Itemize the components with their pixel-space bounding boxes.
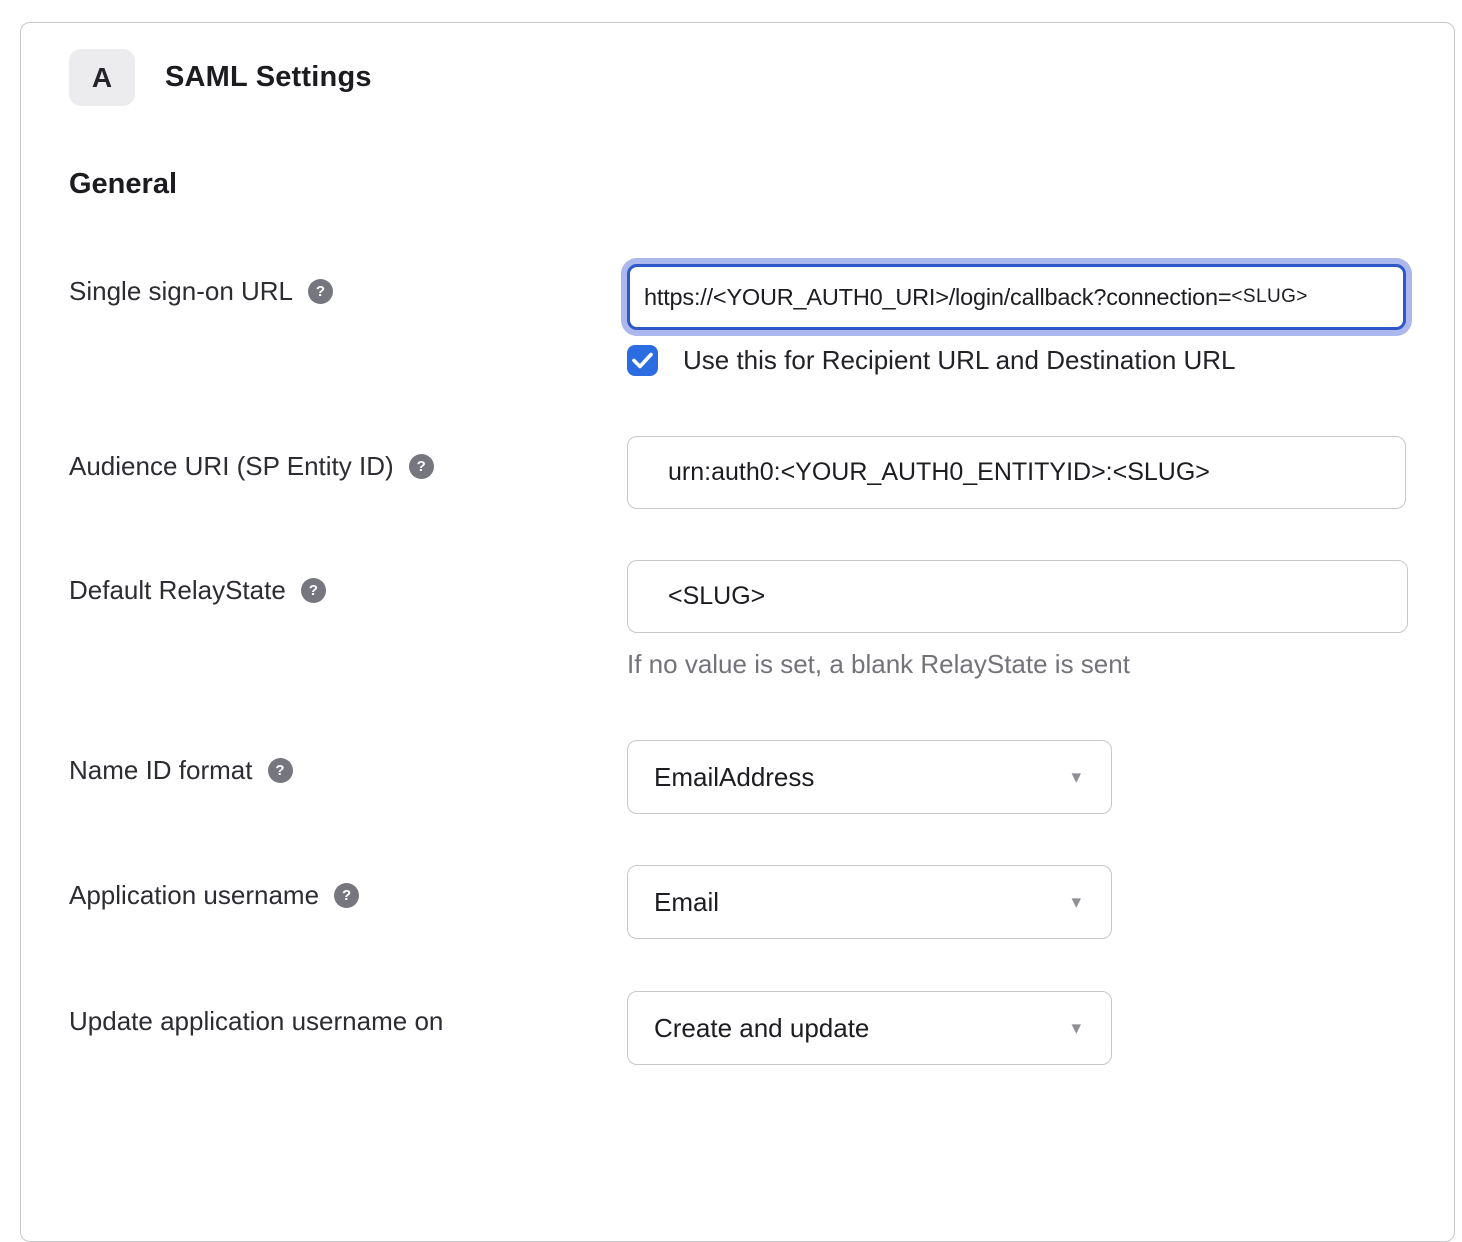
name-id-format-label: Name ID format: [69, 755, 253, 786]
application-username-label: Application username: [69, 880, 319, 911]
sso-url-label-wrap: Single sign-on URL ?: [69, 261, 627, 307]
audience-uri-label-wrap: Audience URI (SP Entity ID) ?: [69, 436, 627, 482]
name-id-format-value: EmailAddress: [654, 762, 814, 793]
saml-settings-card: A SAML Settings General Single sign-on U…: [20, 22, 1455, 1242]
form-row-audience-uri: Audience URI (SP Entity ID) ? urn:auth0:…: [69, 436, 1406, 509]
form-row-application-username: Application username ? Email ▾: [69, 865, 1406, 939]
recipient-url-checkbox[interactable]: [627, 345, 658, 376]
help-icon[interactable]: ?: [268, 758, 293, 783]
relay-state-label: Default RelayState: [69, 575, 286, 606]
audience-uri-input[interactable]: urn:auth0:<YOUR_AUTH0_ENTITYID>:<SLUG>: [627, 436, 1406, 509]
sso-url-value: https://<YOUR_AUTH0_URI>/login/callback?…: [644, 284, 1231, 311]
sso-url-input[interactable]: https://<YOUR_AUTH0_URI>/login/callback?…: [627, 264, 1406, 330]
name-id-format-select[interactable]: EmailAddress ▾: [627, 740, 1112, 814]
header: A SAML Settings: [69, 49, 1406, 106]
recipient-url-checkbox-row: Use this for Recipient URL and Destinati…: [627, 345, 1406, 376]
step-badge: A: [69, 49, 135, 106]
help-icon[interactable]: ?: [301, 578, 326, 603]
application-username-value: Email: [654, 887, 719, 918]
relay-state-input[interactable]: <SLUG>: [627, 560, 1408, 633]
section-title-general: General: [69, 168, 1406, 201]
relay-state-helper-text: If no value is set, a blank RelayState i…: [627, 649, 1408, 680]
update-username-on-select[interactable]: Create and update ▾: [627, 991, 1112, 1065]
sso-url-label: Single sign-on URL: [69, 276, 293, 307]
sso-url-slug: <SLUG>: [1231, 286, 1307, 308]
help-icon[interactable]: ?: [334, 883, 359, 908]
relay-state-label-wrap: Default RelayState ?: [69, 560, 627, 606]
form-row-name-id-format: Name ID format ? EmailAddress ▾: [69, 740, 1406, 814]
page-title: SAML Settings: [165, 61, 372, 94]
application-username-select[interactable]: Email ▾: [627, 865, 1112, 939]
audience-uri-value: urn:auth0:<YOUR_AUTH0_ENTITYID>:<SLUG>: [668, 458, 1210, 487]
form-row-update-username-on: Update application username on Create an…: [69, 991, 1406, 1065]
check-icon: [632, 352, 653, 369]
saml-settings-form: Single sign-on URL ? https://<YOUR_AUTH0…: [69, 261, 1406, 1065]
update-username-on-label: Update application username on: [69, 1006, 443, 1037]
chevron-down-icon: ▾: [1071, 766, 1081, 789]
chevron-down-icon: ▾: [1071, 891, 1081, 914]
form-row-relay-state: Default RelayState ? <SLUG> If no value …: [69, 560, 1406, 680]
audience-uri-label: Audience URI (SP Entity ID): [69, 451, 394, 482]
chevron-down-icon: ▾: [1071, 1017, 1081, 1040]
form-row-sso-url: Single sign-on URL ? https://<YOUR_AUTH0…: [69, 261, 1406, 330]
help-icon[interactable]: ?: [409, 454, 434, 479]
update-username-on-value: Create and update: [654, 1013, 869, 1044]
update-username-on-label-wrap: Update application username on: [69, 991, 627, 1037]
help-icon[interactable]: ?: [308, 279, 333, 304]
application-username-label-wrap: Application username ?: [69, 865, 627, 911]
name-id-format-label-wrap: Name ID format ?: [69, 740, 627, 786]
relay-state-value: <SLUG>: [668, 582, 765, 611]
relay-state-field: <SLUG> If no value is set, a blank Relay…: [627, 560, 1408, 680]
recipient-url-checkbox-label: Use this for Recipient URL and Destinati…: [683, 345, 1236, 376]
